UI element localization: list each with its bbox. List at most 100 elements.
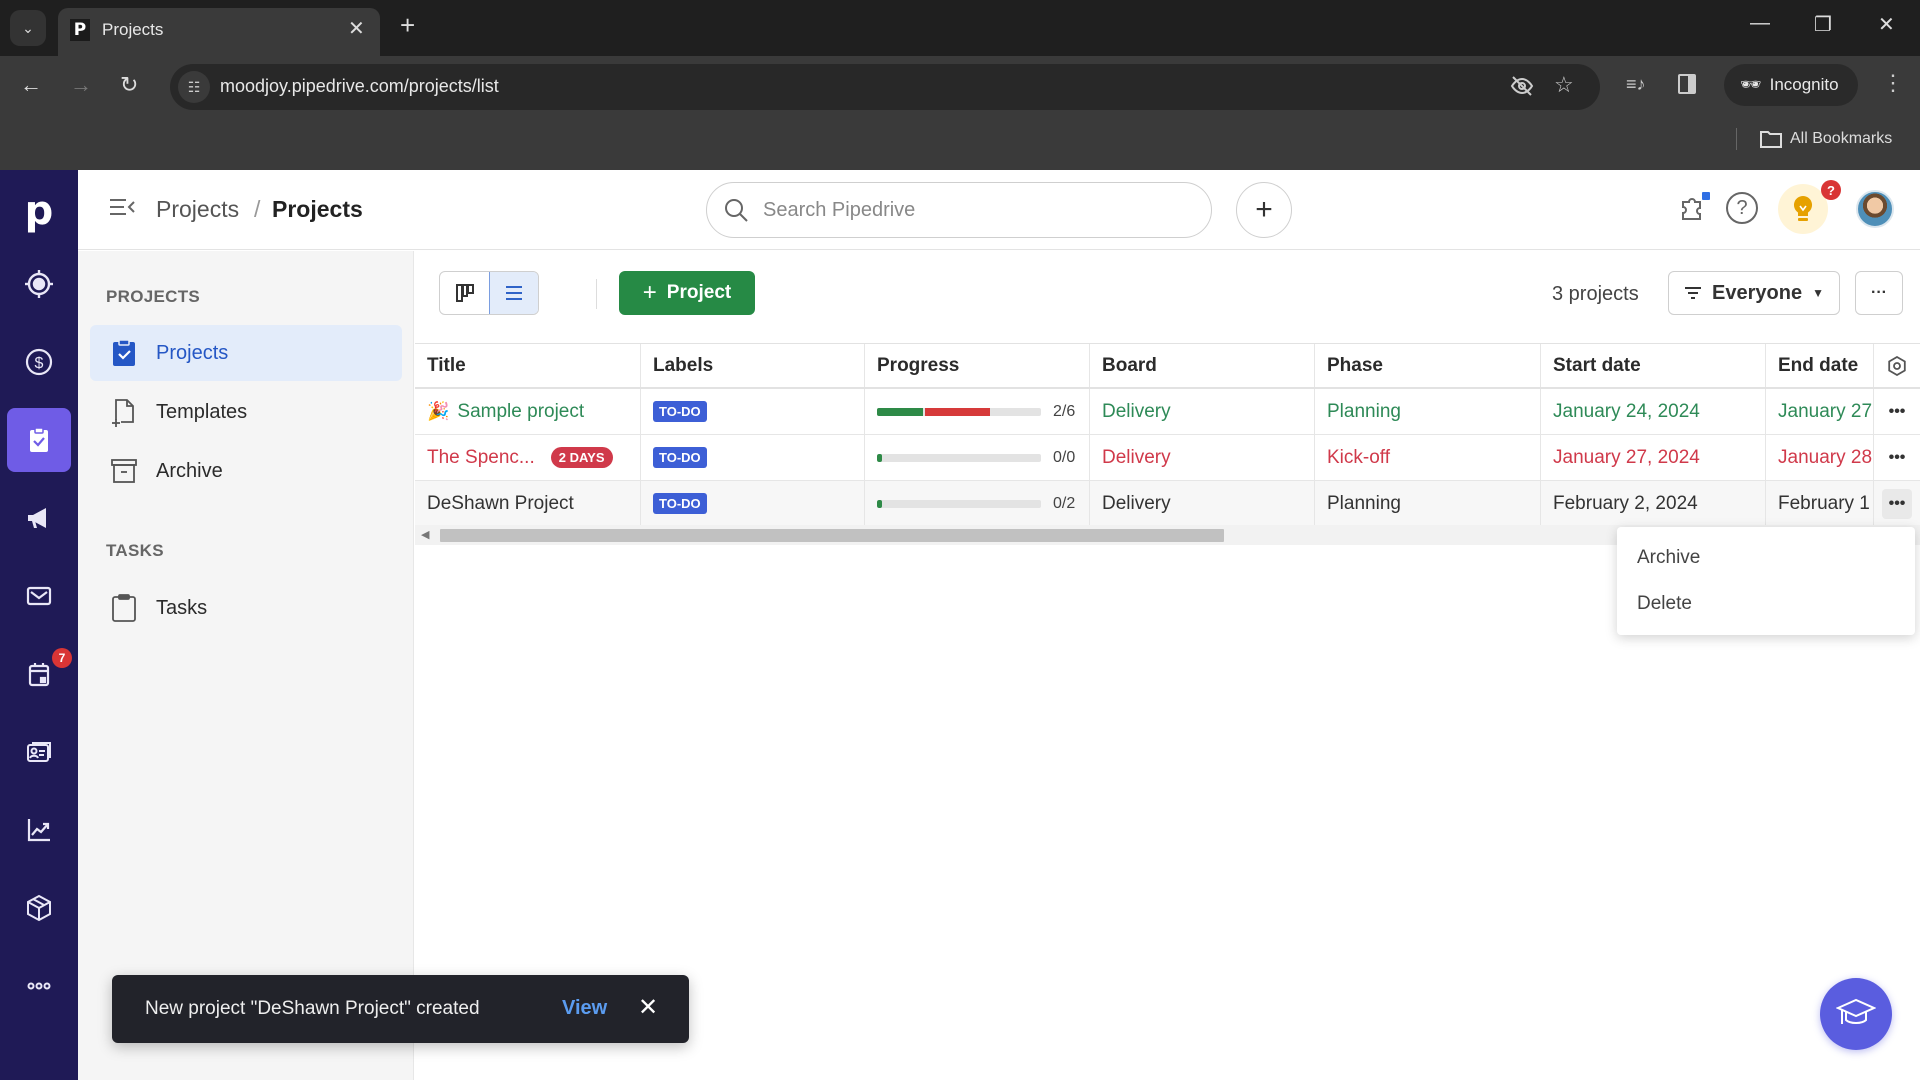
- academy-button[interactable]: [1820, 978, 1892, 1050]
- dollar-icon: $: [25, 348, 53, 376]
- labels-cell: TO-DO: [641, 481, 865, 526]
- filter-label: Everyone: [1712, 281, 1803, 304]
- table-row[interactable]: DeShawn Project TO-DO 0/2 Delivery Plann…: [415, 481, 1920, 527]
- project-title[interactable]: DeShawn Project: [427, 493, 574, 515]
- pipedrive-logo[interactable]: p: [0, 188, 78, 234]
- media-controls-icon[interactable]: ≡♪: [1626, 74, 1646, 95]
- project-count: 3 projects: [1552, 283, 1639, 305]
- app-header: Projects / Projects + ? ?: [78, 170, 1920, 250]
- toast-close-icon[interactable]: ✕: [638, 993, 658, 1022]
- toast-view-link[interactable]: View: [562, 997, 607, 1020]
- search-input[interactable]: [763, 197, 1183, 223]
- project-title-cell[interactable]: 🎉 Sample project: [415, 389, 641, 434]
- mail-icon: [26, 586, 52, 606]
- sidebar-item-tasks[interactable]: Tasks: [90, 580, 402, 636]
- column-header-progress[interactable]: Progress: [865, 344, 1090, 387]
- nav-insights[interactable]: [7, 798, 71, 862]
- project-title[interactable]: Sample project: [457, 401, 584, 423]
- column-header-board[interactable]: Board: [1090, 344, 1315, 387]
- progress-cell: 0/2: [865, 481, 1090, 526]
- phase-cell: Planning: [1315, 481, 1541, 526]
- column-header-labels[interactable]: Labels: [641, 344, 865, 387]
- column-settings-icon[interactable]: [1874, 344, 1920, 387]
- column-header-end-date[interactable]: End date: [1766, 344, 1874, 387]
- back-button[interactable]: ←: [20, 72, 42, 98]
- sidebar-item-archive[interactable]: Archive: [90, 443, 402, 499]
- table-row[interactable]: The Spenc... 2 DAYS TO-DO 0/0 Delivery K…: [415, 435, 1920, 481]
- chevron-down-icon: ⌄: [22, 19, 34, 36]
- help-icon[interactable]: ?: [1726, 192, 1758, 224]
- project-title-cell[interactable]: The Spenc... 2 DAYS: [415, 435, 641, 480]
- search-box[interactable]: [706, 182, 1212, 238]
- graduation-cap-icon: [1836, 998, 1876, 1024]
- section-heading-projects: PROJECTS: [106, 287, 201, 306]
- board-cell: Delivery: [1090, 389, 1315, 434]
- menu-item-archive[interactable]: Archive: [1637, 547, 1700, 569]
- side-panel-icon[interactable]: [1678, 74, 1696, 94]
- quick-add-button[interactable]: +: [1236, 182, 1292, 238]
- project-title[interactable]: The Spenc...: [427, 447, 535, 469]
- add-project-button[interactable]: + Project: [619, 271, 755, 315]
- project-title-cell[interactable]: DeShawn Project: [415, 481, 641, 526]
- board-view-button[interactable]: [440, 272, 489, 314]
- notification-dot: [1702, 192, 1710, 200]
- sidebar-item-projects[interactable]: Projects: [90, 325, 402, 381]
- browser-tab[interactable]: P Projects ✕: [58, 8, 380, 56]
- row-more-button[interactable]: •••: [1882, 443, 1912, 473]
- list-view-icon: [506, 286, 522, 300]
- progress-count: 0/0: [1053, 448, 1076, 466]
- sidebar-item-label: Tasks: [156, 596, 208, 619]
- column-header-phase[interactable]: Phase: [1315, 344, 1541, 387]
- owner-filter-dropdown[interactable]: Everyone ▼: [1668, 271, 1840, 315]
- menu-item-delete[interactable]: Delete: [1637, 593, 1692, 615]
- browser-toolbar: ← → ↻ ☷ moodjoy.pipedrive.com/projects/l…: [0, 56, 1920, 170]
- eye-off-icon[interactable]: [1510, 74, 1534, 104]
- list-view-button[interactable]: [489, 272, 538, 314]
- incognito-indicator[interactable]: 🕶 Incognito: [1724, 64, 1858, 106]
- nav-projects[interactable]: [7, 408, 71, 472]
- collapse-sidebar-icon[interactable]: [108, 196, 136, 224]
- more-actions-button[interactable]: ···: [1855, 271, 1903, 315]
- scrollbar-thumb[interactable]: [440, 529, 1225, 542]
- column-header-start-date[interactable]: Start date: [1541, 344, 1766, 387]
- reload-button[interactable]: ↻: [120, 72, 138, 98]
- window-close-button[interactable]: ✕: [1878, 12, 1895, 37]
- board-cell: Delivery: [1090, 481, 1315, 526]
- minimize-button[interactable]: —: [1750, 12, 1770, 35]
- browser-menu-icon[interactable]: ⋮: [1882, 70, 1904, 96]
- row-more-button[interactable]: •••: [1882, 488, 1912, 519]
- sidebar-item-templates[interactable]: Templates: [90, 384, 402, 440]
- bookmark-star-icon[interactable]: ☆: [1554, 72, 1574, 98]
- pipedrive-favicon-icon: P: [70, 19, 90, 41]
- column-header-title[interactable]: Title: [415, 344, 641, 387]
- tab-close-icon[interactable]: ✕: [348, 16, 365, 41]
- nav-more[interactable]: [7, 954, 71, 1018]
- nav-mail[interactable]: [7, 564, 71, 628]
- row-more-button[interactable]: •••: [1882, 397, 1912, 427]
- address-bar[interactable]: ☷ moodjoy.pipedrive.com/projects/list ☆: [170, 64, 1600, 110]
- url-text[interactable]: moodjoy.pipedrive.com/projects/list: [220, 76, 499, 97]
- nav-campaigns[interactable]: [7, 486, 71, 550]
- nav-products[interactable]: [7, 876, 71, 940]
- end-date-cell: February 1: [1766, 481, 1874, 526]
- user-avatar[interactable]: [1856, 190, 1894, 228]
- nav-contacts[interactable]: [7, 720, 71, 784]
- all-bookmarks-button[interactable]: All Bookmarks: [1760, 130, 1892, 148]
- row-actions-cell: •••: [1874, 481, 1920, 526]
- scroll-left-arrow-icon[interactable]: ◀: [421, 528, 429, 541]
- projects-sidebar: PROJECTS Projects Templates Archive TASK…: [78, 251, 414, 1080]
- new-tab-button[interactable]: +: [400, 10, 415, 41]
- caret-down-icon: ▼: [1812, 286, 1824, 300]
- nav-deals[interactable]: $: [7, 330, 71, 394]
- table-row[interactable]: 🎉 Sample project TO-DO 2/6 Delivery Plan…: [415, 389, 1920, 435]
- breadcrumb-parent[interactable]: Projects: [156, 196, 239, 223]
- nav-leads[interactable]: [7, 252, 71, 316]
- leads-target-icon: [25, 270, 53, 298]
- progress-count: 0/2: [1053, 494, 1076, 512]
- forward-button[interactable]: →: [70, 72, 92, 98]
- restore-button[interactable]: ❐: [1814, 12, 1832, 37]
- board-cell: Delivery: [1090, 435, 1315, 480]
- tab-search-button[interactable]: ⌄: [10, 10, 46, 46]
- site-info-icon[interactable]: ☷: [178, 71, 210, 103]
- progress-done-segment: [877, 407, 923, 416]
